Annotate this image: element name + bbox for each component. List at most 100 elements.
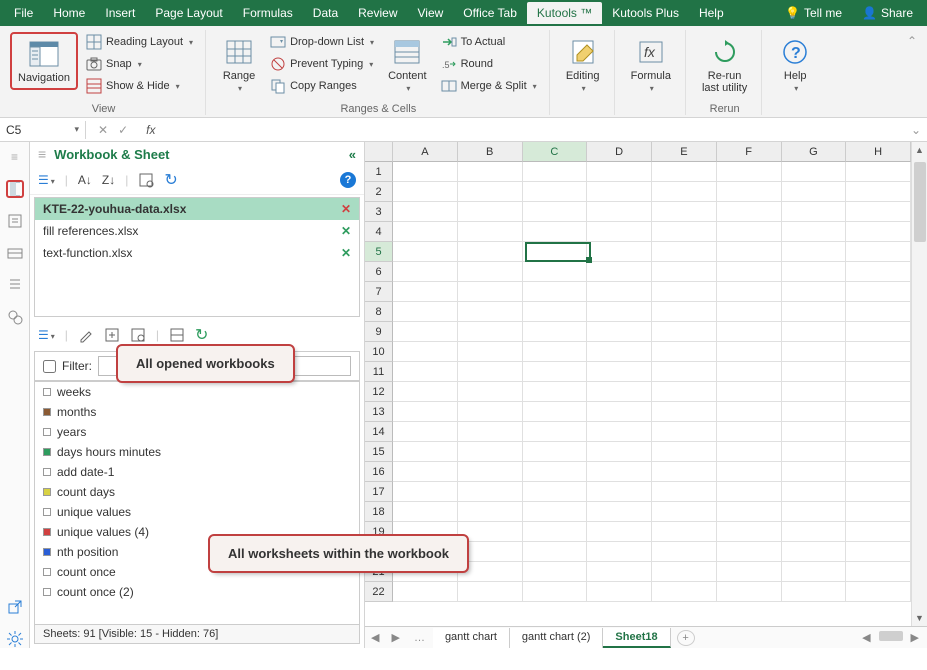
cell[interactable] [458,502,523,522]
row-header[interactable]: 1 [365,162,393,182]
sheet-tab[interactable]: gantt chart (2) [510,628,603,648]
cell[interactable] [652,342,717,362]
menu-item-formulas[interactable]: Formulas [233,2,303,24]
menu-item-insert[interactable]: Insert [95,2,145,24]
cell[interactable] [846,382,911,402]
cell[interactable] [587,222,652,242]
name-box[interactable]: C5▾ [0,121,86,139]
menu-item-kutools-plus[interactable]: Kutools Plus [602,2,689,24]
row-header[interactable]: 6 [365,262,393,282]
sheet-item[interactable]: days hours minutes [35,442,359,462]
cell[interactable] [523,242,588,262]
cell[interactable] [717,282,782,302]
popout-icon[interactable] [6,598,24,616]
cell[interactable] [587,322,652,342]
cell[interactable] [523,202,588,222]
cell[interactable] [458,382,523,402]
ribbon-collapse-icon[interactable]: ⌃ [903,30,921,52]
cell[interactable] [782,382,847,402]
column-header[interactable]: A [393,142,458,162]
prevent-typing-button[interactable]: Prevent Typing▾ [266,54,378,74]
cell[interactable] [652,482,717,502]
list-view-icon[interactable]: ☰▾ [38,173,55,187]
row-header[interactable]: 5 [365,242,393,262]
cell[interactable] [587,522,652,542]
menu-item-page-layout[interactable]: Page Layout [145,2,232,24]
cell[interactable] [393,462,458,482]
cell[interactable] [652,282,717,302]
cell[interactable] [717,382,782,402]
formula-button[interactable]: fx Formula▾ [625,32,677,98]
row-header[interactable]: 17 [365,482,393,502]
cell[interactable] [782,442,847,462]
cell[interactable] [393,502,458,522]
cell[interactable] [652,222,717,242]
refresh-sheets-icon[interactable]: ↻ [195,325,208,345]
sheet-item[interactable]: unique values [35,502,359,522]
toggle-visibility-icon[interactable] [169,327,185,343]
filter-checkbox[interactable] [43,360,56,373]
cell[interactable] [846,242,911,262]
cell[interactable] [717,242,782,262]
name-manager-pane-icon[interactable] [6,244,24,262]
cell[interactable] [393,262,458,282]
cell[interactable] [846,362,911,382]
cell[interactable] [782,582,847,602]
cell[interactable] [587,382,652,402]
autotext-pane-icon[interactable] [6,212,24,230]
sheet-item[interactable]: years [35,422,359,442]
tab-nav-prev-icon[interactable]: ◀ [365,631,385,644]
row-header[interactable]: 10 [365,342,393,362]
merge-split-button[interactable]: Merge & Split▾ [437,76,541,96]
cell[interactable] [846,402,911,422]
cell[interactable] [652,462,717,482]
row-header[interactable]: 8 [365,302,393,322]
cell[interactable] [652,562,717,582]
sort-asc-icon[interactable]: A↓ [78,173,92,187]
cell[interactable] [458,322,523,342]
cell[interactable] [782,542,847,562]
cell[interactable] [846,322,911,342]
sheet-item[interactable]: add date-1 [35,462,359,482]
cell[interactable] [523,422,588,442]
row-header[interactable]: 3 [365,202,393,222]
cell[interactable] [652,302,717,322]
cell[interactable] [652,442,717,462]
cell[interactable] [393,162,458,182]
cell[interactable] [846,162,911,182]
cell[interactable] [782,522,847,542]
sheet-item[interactable]: count days [35,482,359,502]
cell[interactable] [523,182,588,202]
cell[interactable] [717,262,782,282]
close-workbook-icon[interactable]: ✕ [341,246,351,260]
column-header[interactable]: E [652,142,717,162]
cell[interactable] [846,562,911,582]
refresh-icon[interactable]: ↻ [164,170,177,190]
copy-ranges-button[interactable]: Copy Ranges [266,76,378,96]
content-button[interactable]: Content▾ [382,32,433,98]
cell[interactable] [458,442,523,462]
cell[interactable] [523,382,588,402]
cell[interactable] [587,402,652,422]
cell[interactable] [652,422,717,442]
cell[interactable] [393,242,458,262]
cell[interactable] [458,462,523,482]
cell[interactable] [717,482,782,502]
cell[interactable] [652,502,717,522]
cell[interactable] [587,342,652,362]
column-header[interactable]: B [458,142,523,162]
cell[interactable] [652,582,717,602]
cell[interactable] [587,582,652,602]
cell[interactable] [393,342,458,362]
collapse-pane-icon[interactable]: « [349,147,356,162]
cell[interactable] [393,202,458,222]
cell[interactable] [523,162,588,182]
cell[interactable] [652,162,717,182]
cell[interactable] [782,422,847,442]
column-header[interactable]: C [523,142,588,162]
cell[interactable] [782,162,847,182]
share-button[interactable]: 👤Share [852,2,923,24]
row-header[interactable]: 11 [365,362,393,382]
tab-nav-next-icon[interactable]: ▶ [385,631,405,644]
dropdown-list-button[interactable]: Drop-down List▾ [266,32,378,52]
